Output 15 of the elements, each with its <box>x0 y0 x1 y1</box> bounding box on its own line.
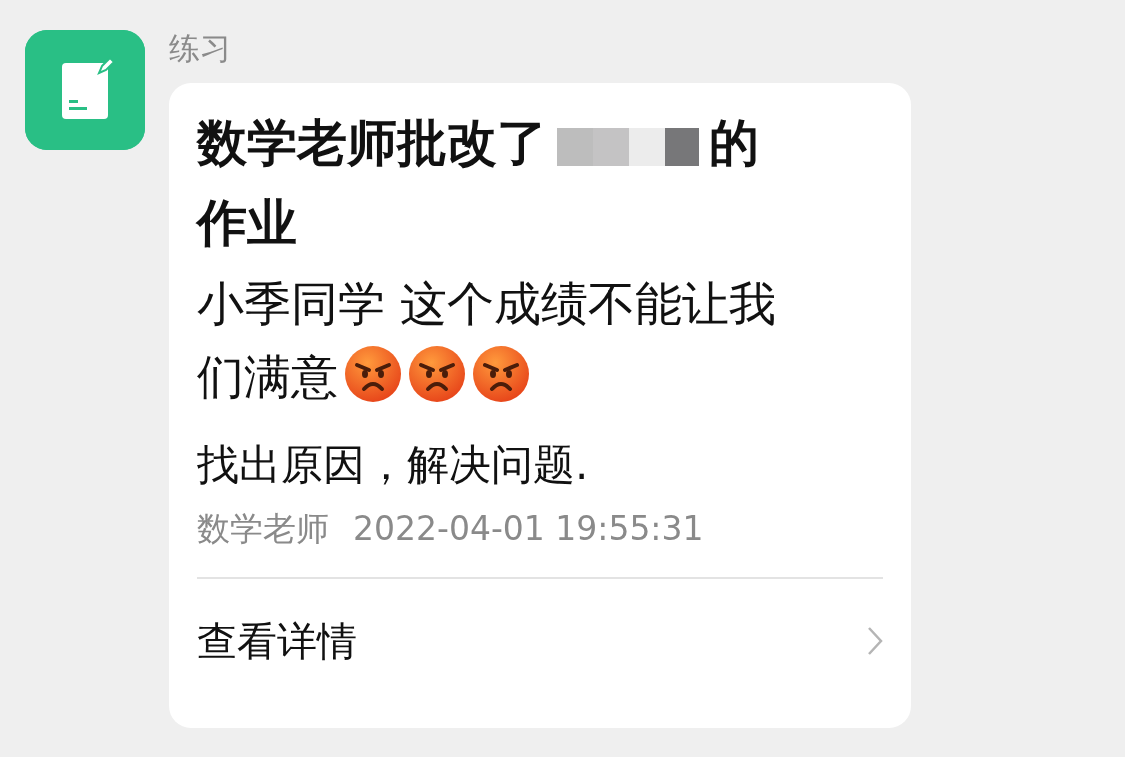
angry-face-icon <box>344 345 402 403</box>
title-text: 作业 <box>197 194 297 252</box>
app-name: 练习 <box>169 30 232 66</box>
timestamp: 2022-04-01 19:55:31 <box>353 508 704 550</box>
message-text: 们满意 <box>197 349 338 404</box>
app-icon[interactable] <box>25 30 145 150</box>
angry-face-icon <box>408 345 466 403</box>
title-text: 数学老师批改了 <box>197 114 547 172</box>
message-text: 小季同学 这个成绩不能让我 <box>197 276 776 331</box>
view-details-link[interactable]: 查看详情 <box>197 579 883 703</box>
sender-name: 数学老师 <box>197 508 329 550</box>
angry-face-icon <box>472 345 530 403</box>
title-text: 的 <box>709 114 759 172</box>
chevron-icon <box>867 626 883 656</box>
note-text: 找出原因，解决问题. <box>197 439 590 491</box>
